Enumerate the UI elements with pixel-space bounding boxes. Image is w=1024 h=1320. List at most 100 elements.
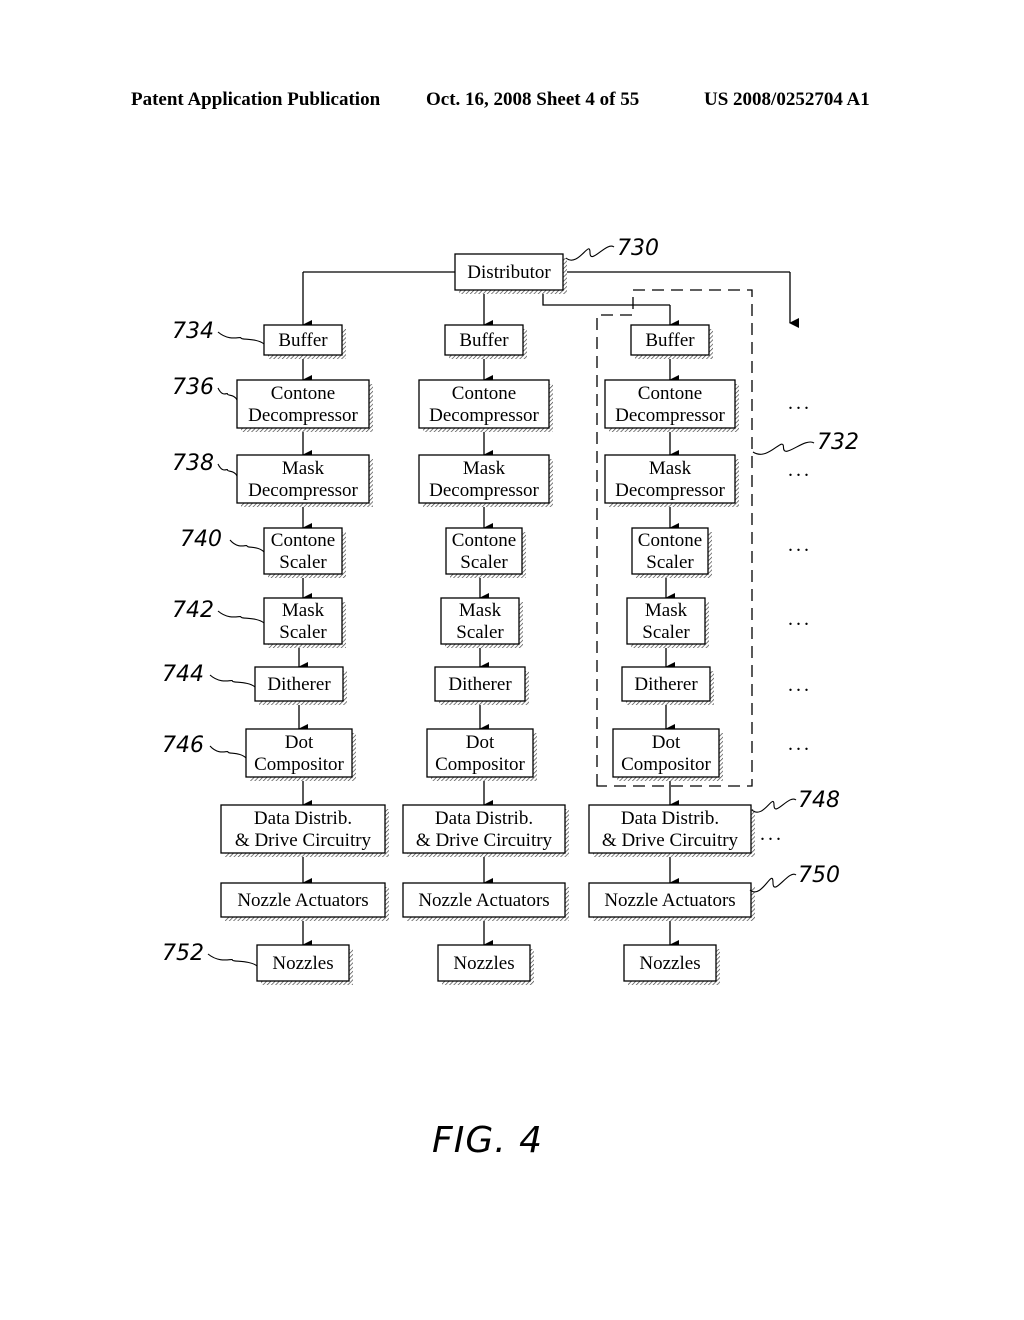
box-label: Nozzles (453, 953, 514, 974)
col2-stage-contone-scaler: ContoneScaler (445, 527, 526, 578)
distributor-box: Distributor (454, 253, 567, 294)
ref-746: 746 (162, 733, 204, 758)
box-label: Contone (271, 383, 335, 404)
ref-752-leader (207, 953, 258, 967)
box-label: Decompressor (429, 480, 539, 501)
box-label: Decompressor (615, 405, 725, 426)
ref-732-leader (752, 441, 815, 455)
col1-stage-contone-scaler: ContoneScaler (263, 527, 346, 578)
box-label: Scaler (646, 552, 694, 573)
box-label: Ditherer (448, 674, 512, 695)
box-label: Data Distrib. (435, 808, 533, 829)
box-label: Nozzle Actuators (237, 890, 368, 911)
box-label: Nozzles (639, 953, 700, 974)
box-label: Buffer (278, 330, 328, 351)
box-label: Mask (649, 458, 692, 479)
box-label: & Drive Circuitry (416, 830, 553, 851)
ref-740-leader (229, 539, 265, 553)
box-label: Scaler (279, 622, 327, 643)
box-label: Mask (459, 600, 502, 621)
ellipsis-more-columns: ... (788, 674, 812, 696)
box-label: & Drive Circuitry (235, 830, 372, 851)
box-label: Mask (645, 600, 688, 621)
col1-stage-nozzles: Nozzles (256, 944, 353, 985)
box-label: Dot (466, 732, 495, 753)
box-label: Data Distrib. (254, 808, 352, 829)
box-label: Decompressor (248, 480, 358, 501)
ref-752: 752 (162, 941, 204, 966)
box-label: Dot (285, 732, 314, 753)
box-label: Decompressor (429, 405, 539, 426)
box-label: Compositor (621, 754, 711, 775)
col2-stage-contone-decompressor: ContoneDecompressor (418, 379, 553, 432)
box-label: Compositor (254, 754, 344, 775)
box-label: Data Distrib. (621, 808, 719, 829)
ref-748: 748 (798, 788, 840, 813)
ellipsis-more-columns: ... (788, 459, 812, 481)
col3-stage-mask-decompressor: MaskDecompressor (604, 454, 739, 507)
ref-736: 736 (172, 375, 214, 400)
col3-stage-ditherer: Ditherer (621, 666, 714, 705)
box-label: Contone (638, 530, 702, 551)
box-label: Scaler (279, 552, 327, 573)
box-label: Buffer (645, 330, 695, 351)
ref-744: 744 (162, 662, 204, 687)
box-label: Buffer (459, 330, 509, 351)
box-label: Ditherer (634, 674, 698, 695)
col2-stage-nozzle-actuators: Nozzle Actuators (402, 882, 569, 921)
col1-stage-contone-decompressor: ContoneDecompressor (236, 379, 373, 432)
col1-stage-data-distrib-drive-circuitry: Data Distrib.& Drive Circuitry (220, 804, 389, 857)
ref-748-leader (751, 798, 797, 813)
col2-stage-nozzles: Nozzles (437, 944, 534, 985)
box-label: Scaler (460, 552, 508, 573)
ref-734: 734 (172, 319, 214, 344)
col2-stage-ditherer: Ditherer (434, 666, 529, 705)
ref-738: 738 (172, 451, 214, 476)
col3-stage-data-distrib-drive-circuitry: Data Distrib.& Drive Circuitry (588, 804, 755, 857)
col2-stage-data-distrib-drive-circuitry: Data Distrib.& Drive Circuitry (402, 804, 569, 857)
col2-stage-buffer: Buffer (444, 324, 527, 359)
box-label: Decompressor (248, 405, 358, 426)
box-label: Mask (282, 600, 325, 621)
figure-label: FIG. 4 (432, 1120, 544, 1161)
col2-stage-dot-compositor: DotCompositor (426, 728, 537, 781)
col2-stage-mask-scaler: MaskScaler (440, 597, 523, 648)
col3-stage-nozzle-actuators: Nozzle Actuators (588, 882, 755, 921)
col1-stage-buffer: Buffer (263, 324, 346, 359)
ref-746-leader (209, 745, 247, 759)
box-label: & Drive Circuitry (602, 830, 739, 851)
col1-stage-mask-decompressor: MaskDecompressor (236, 454, 373, 507)
ellipsis-more-columns: ... (760, 823, 784, 845)
ref-730: 730 (617, 236, 659, 261)
box-label: Scaler (456, 622, 504, 643)
col2-stage-mask-decompressor: MaskDecompressor (418, 454, 553, 507)
box-label: Nozzle Actuators (418, 890, 549, 911)
box-label: Decompressor (615, 480, 725, 501)
ref-742-leader (217, 610, 265, 624)
box-label: Nozzles (272, 953, 333, 974)
ref-740: 740 (180, 527, 222, 552)
col1-stage-dot-compositor: DotCompositor (245, 728, 356, 781)
ref-732: 732 (817, 430, 859, 455)
ref-750-leader (749, 873, 797, 893)
box-label: Ditherer (267, 674, 331, 695)
ref-744-leader (209, 674, 256, 688)
box-label: Dot (652, 732, 681, 753)
ellipsis-more-columns: ... (788, 534, 812, 556)
box-label: Mask (282, 458, 325, 479)
ellipsis-more-columns: ... (788, 392, 812, 414)
ellipsis-more-columns: ... (788, 608, 812, 630)
col3-stage-nozzles: Nozzles (623, 944, 720, 985)
box-label: Nozzle Actuators (604, 890, 735, 911)
col1-stage-mask-scaler: MaskScaler (263, 597, 346, 648)
ref-734-leader (217, 331, 265, 345)
ref-742: 742 (172, 598, 214, 623)
col3-stage-buffer: Buffer (630, 324, 713, 359)
ref-730-leader (565, 245, 615, 261)
box-label: Contone (638, 383, 702, 404)
box-label: Mask (463, 458, 506, 479)
ref-750: 750 (798, 863, 840, 888)
col3-stage-mask-scaler: MaskScaler (626, 597, 709, 648)
col3-stage-contone-decompressor: ContoneDecompressor (604, 379, 739, 432)
col3-stage-dot-compositor: DotCompositor (612, 728, 723, 781)
